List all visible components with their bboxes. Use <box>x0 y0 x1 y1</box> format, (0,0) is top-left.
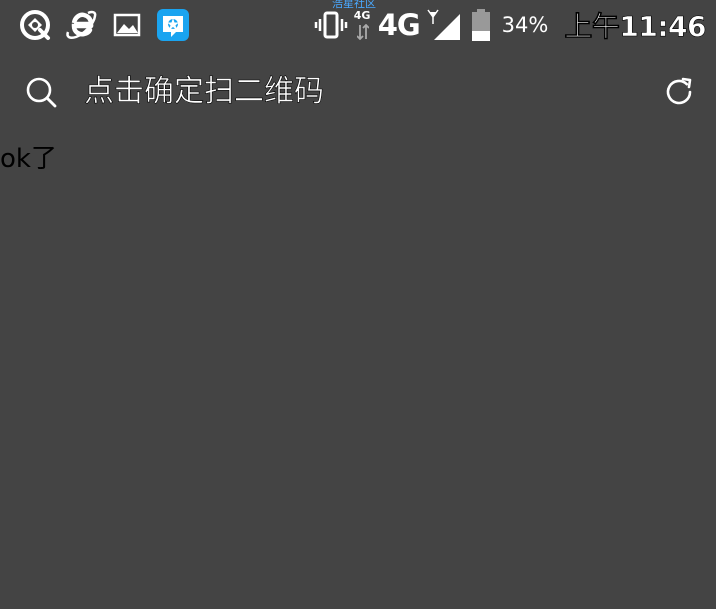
system-status: 4G 4G 34% 上午11:46 <box>314 8 707 44</box>
app-screen: 浩星社区 4G 4G 34% 上午11:46 点击确定扫二维码 ok了 <box>0 0 716 609</box>
gallery-icon <box>110 8 144 42</box>
notification-icons <box>18 8 190 42</box>
qq-messenger-icon <box>156 8 190 42</box>
data-activity-indicator: 4G <box>354 10 372 40</box>
network-small-label: 4G <box>353 9 371 22</box>
data-arrows-icon <box>356 24 369 40</box>
signal-strength-icon <box>426 8 464 42</box>
vibrate-icon <box>314 8 348 42</box>
page-title: 点击确定扫二维码 <box>84 74 325 110</box>
app-toolbar: 点击确定扫二维码 <box>0 60 716 124</box>
refresh-button[interactable] <box>662 75 696 109</box>
result-text: ok了 <box>0 144 57 174</box>
search-button[interactable] <box>24 75 58 109</box>
battery-percentage: 34% <box>501 13 549 37</box>
status-bar: 浩星社区 4G 4G 34% 上午11:46 <box>0 0 716 50</box>
status-clock: 上午11:46 <box>564 10 707 44</box>
browser-compass-icon <box>18 8 52 42</box>
refresh-icon <box>666 77 692 105</box>
search-icon <box>26 77 57 108</box>
ie-browser-icon <box>64 8 98 42</box>
battery-icon <box>470 8 492 42</box>
network-type-label: 4G <box>377 8 421 42</box>
